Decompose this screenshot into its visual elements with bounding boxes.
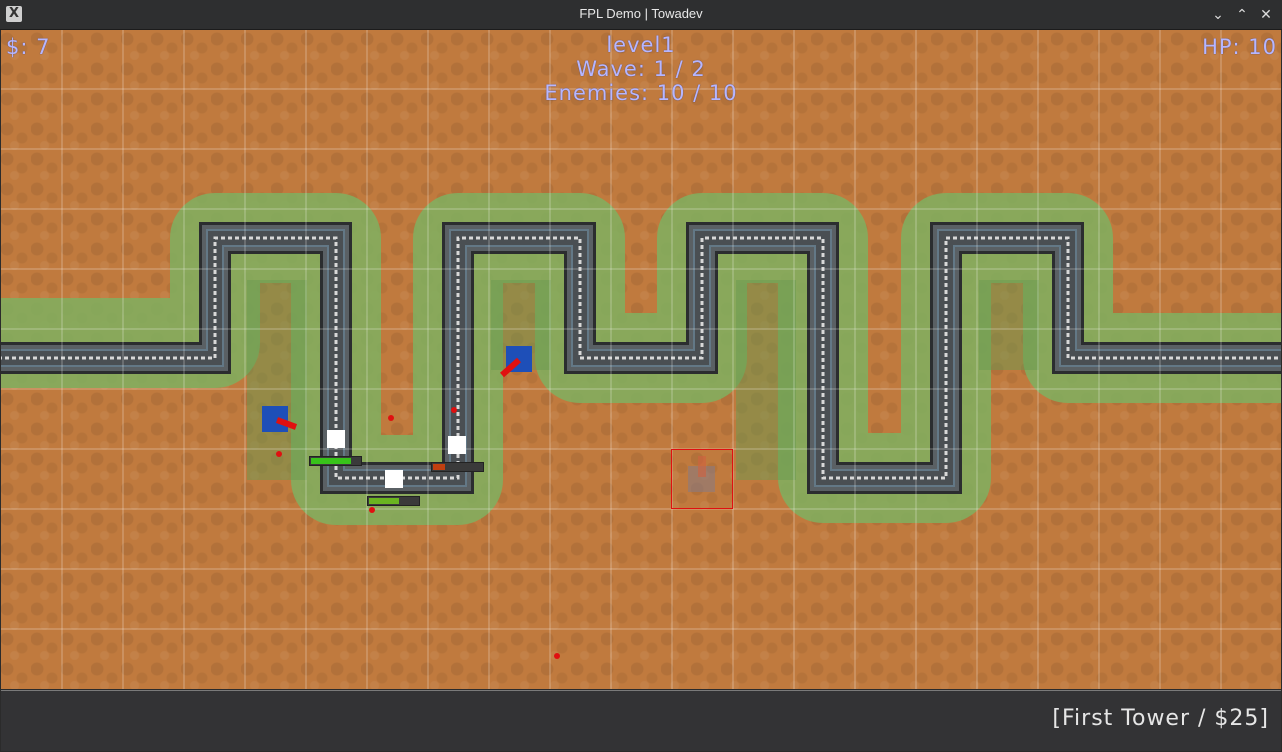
game-map — [1, 30, 1281, 689]
wave-counter: Wave: 1 / 2 — [576, 57, 706, 81]
maximize-button[interactable]: ⌃ — [1231, 4, 1253, 26]
wave-info: level1 Wave: 1 / 2 Enemies: 10 / 10 — [1, 33, 1281, 105]
title-bar[interactable]: X FPL Demo | Towadev ⌄ ⌃ ✕ — [0, 0, 1282, 30]
game-canvas[interactable]: $: 7 level1 Wave: 1 / 2 Enemies: 10 / 10… — [1, 30, 1281, 689]
app-window: X FPL Demo | Towadev ⌄ ⌃ ✕ $: 7 level1 W… — [0, 0, 1282, 752]
minimize-button[interactable]: ⌄ — [1207, 4, 1229, 26]
tower-placement-cursor[interactable] — [671, 449, 733, 509]
bottom-panel: [First Tower / $25] — [1, 690, 1281, 751]
level-name: level1 — [606, 33, 676, 57]
window-title: FPL Demo | Towadev — [579, 6, 703, 21]
enemy-counter: Enemies: 10 / 10 — [544, 81, 738, 105]
tower[interactable] — [500, 346, 532, 378]
close-button[interactable]: ✕ — [1255, 4, 1277, 26]
hp-display: HP: 10 — [1202, 35, 1277, 59]
selected-tower-label[interactable]: [First Tower / $25] — [1052, 706, 1269, 731]
